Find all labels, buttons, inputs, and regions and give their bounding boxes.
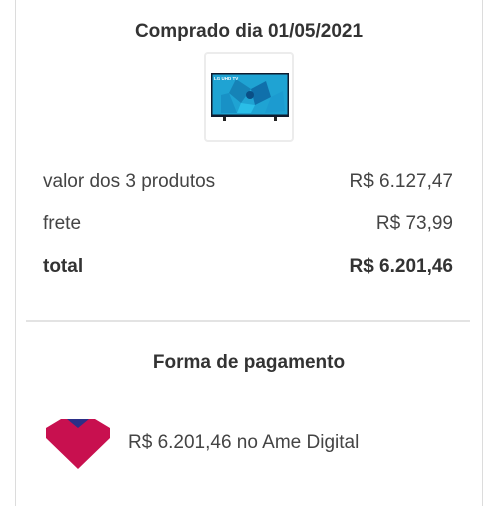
products-value: R$ 6.127,47 <box>349 171 453 192</box>
payment-method-title: Forma de pagamento <box>152 352 346 373</box>
tv-product-image: LG UHD TV <box>211 73 289 121</box>
total-label: total <box>43 256 84 277</box>
products-label: valor dos 3 produtos <box>43 171 216 192</box>
purchase-date-title: Comprado dia 01/05/2021 <box>134 21 364 42</box>
payment-method-text: R$ 6.201,46 no Ame Digital <box>128 432 360 453</box>
product-thumbnail[interactable]: LG UHD TV <box>204 52 294 142</box>
shipping-value: R$ 73,99 <box>375 213 453 234</box>
order-summary-card: Comprado dia 01/05/2021 LG UHD TV valor … <box>15 0 483 506</box>
ame-digital-icon <box>46 419 110 469</box>
total-value: R$ 6.201,46 <box>349 256 453 277</box>
shipping-label: frete <box>43 213 82 234</box>
tv-brand-text: LG UHD TV <box>214 76 238 81</box>
section-divider <box>26 320 470 322</box>
